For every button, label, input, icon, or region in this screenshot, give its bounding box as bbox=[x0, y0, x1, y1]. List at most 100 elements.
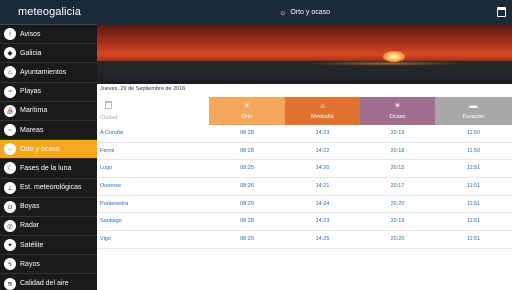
sun-icon: ☼ bbox=[318, 101, 327, 110]
duracion-cell: 11:50 bbox=[466, 147, 481, 154]
table-row[interactable]: Pontevedra 08:29 14:24 20:20 11:51 bbox=[97, 196, 512, 214]
sunrise-icon: ☀ bbox=[243, 101, 251, 110]
sidebar-item-galicia[interactable]: ◆ Galicia bbox=[0, 44, 97, 64]
date-label: Jueves, 29 de Septiembre de 2016 bbox=[100, 86, 186, 92]
sidebar-item-label: Playas bbox=[20, 88, 42, 96]
mediodia-cell: 14:25 bbox=[315, 236, 330, 243]
mediodia-cell: 14:22 bbox=[315, 147, 330, 154]
sidebar-item-radar[interactable]: ◎ Radar bbox=[0, 217, 97, 237]
ocaso-cell: 20:15 bbox=[390, 165, 405, 172]
orto-cell: 08:29 bbox=[240, 200, 254, 207]
sidebar-item-fases-de-la-luna[interactable]: ☾ Fases de la luna bbox=[0, 159, 97, 179]
sidebar-item-rayos[interactable]: ϟ Rayos bbox=[0, 255, 97, 275]
orto-cell: 08:28 bbox=[240, 147, 254, 154]
sidebar-item-label: Calidad del aire bbox=[20, 280, 69, 288]
city-header-label: Ciudad bbox=[100, 115, 118, 121]
duracion-cell: 11:50 bbox=[466, 130, 481, 136]
ocaso-cell: 20:20 bbox=[390, 200, 405, 207]
sidebar-nav: ! Avisos ◆ Galicia ⌂ Ayuntamientos ≈ Playas ⛵ Mar… bbox=[0, 25, 97, 290]
orto-cell: 08:28 bbox=[240, 130, 254, 136]
sun bbox=[383, 51, 405, 62]
table-row[interactable]: Santiago 08:28 14:23 20:19 11:51 bbox=[97, 213, 512, 232]
mediodia-cell: 14:23 bbox=[315, 130, 330, 136]
city-cell: Lugo bbox=[100, 165, 113, 172]
city-cell: Santiago bbox=[100, 218, 122, 225]
buoy-icon: ⊙ bbox=[4, 200, 16, 213]
ocaso-cell: 20:19 bbox=[390, 218, 405, 225]
sidebar-item-orto-y-ocaso[interactable]: ☼ Orto y ocaso bbox=[0, 140, 97, 160]
ocaso-cell: 20:20 bbox=[390, 236, 405, 243]
sidebar-item-label: Rayos bbox=[20, 260, 40, 268]
city-cell: Ourense bbox=[100, 183, 122, 190]
sidebar-item-ayuntamientos[interactable]: ⌂ Ayuntamientos bbox=[0, 63, 97, 83]
sidebar-item-playas[interactable]: ≈ Playas bbox=[0, 83, 97, 102]
sunset-icon: ☼ bbox=[278, 8, 287, 17]
orto-cell: 08:28 bbox=[240, 218, 254, 225]
calendar-icon[interactable] bbox=[497, 7, 506, 17]
sidebar-item-label: Est. meteorológicas bbox=[20, 184, 82, 192]
map-icon: ◆ bbox=[4, 47, 16, 60]
sidebar-item-avisos[interactable]: ! Avisos bbox=[0, 25, 97, 45]
ocaso-cell: 20:17 bbox=[390, 183, 405, 190]
sidebar-item-label: Ayuntamientos bbox=[20, 68, 67, 76]
sun-times-table: A Coruña 08:28 14:23 20:19 11:50 Ferrol 08:28 1… bbox=[97, 125, 512, 249]
page-title: Orto y ocaso bbox=[290, 9, 331, 16]
orto-cell: 08:25 bbox=[240, 165, 254, 172]
column-header-ocaso: ☀ Ocaso bbox=[360, 97, 435, 125]
warning-icon: ! bbox=[4, 28, 16, 41]
sidebar-item-marítima[interactable]: ⛵ Marítima bbox=[0, 102, 97, 121]
sidebar-item-label: Orto y ocaso bbox=[20, 145, 60, 153]
city-cell: A Coruña bbox=[100, 130, 123, 136]
station-icon: ⊥ bbox=[4, 181, 16, 194]
beach-icon: ≈ bbox=[4, 85, 16, 98]
sidebar-item-satélite[interactable]: ✦ Satélite bbox=[0, 236, 97, 256]
sidebar-item-label: Marítima bbox=[20, 107, 48, 115]
tide-icon: ~ bbox=[4, 124, 16, 137]
mediodia-cell: 14:20 bbox=[315, 165, 330, 172]
city-cell: Vigo bbox=[100, 236, 111, 243]
table-row[interactable]: A Coruña 08:28 14:23 20:19 11:50 bbox=[97, 125, 512, 143]
sidebar-item-label: Mareas bbox=[20, 126, 44, 134]
horizon-icon: ▬ bbox=[469, 101, 478, 110]
column-header-duracion: ▬ Duración bbox=[435, 97, 512, 125]
sidebar-item-label: Galicia bbox=[20, 49, 42, 57]
radar-icon: ◎ bbox=[4, 219, 16, 232]
sunset-icon: ☼ bbox=[4, 143, 16, 156]
sidebar-item-label: Boyas bbox=[20, 203, 40, 211]
orto-cell: 08:29 bbox=[240, 236, 254, 243]
city-column-header: Ciudad bbox=[97, 97, 209, 125]
sidebar-item-label: Radar bbox=[20, 222, 40, 230]
duracion-cell: 11:51 bbox=[466, 183, 481, 190]
table-row[interactable]: Ferrol 08:28 14:22 20:18 11:50 bbox=[97, 143, 512, 161]
sidebar-item-boyas[interactable]: ⊙ Boyas bbox=[0, 198, 97, 217]
column-header-orto: ☀ Orto bbox=[209, 97, 285, 125]
mediodia-cell: 14:24 bbox=[315, 200, 330, 207]
brand-logo: meteogalicia bbox=[0, 0, 97, 25]
table-row[interactable]: Ourense 08:26 14:21 20:17 11:51 bbox=[97, 178, 512, 196]
sidebar-item-mareas[interactable]: ~ Mareas bbox=[0, 121, 97, 141]
sidebar-item-est-meteorológicas[interactable]: ⊥ Est. meteorológicas bbox=[0, 179, 97, 198]
ocaso-cell: 20:18 bbox=[390, 147, 405, 154]
top-bar: ☼ Orto y ocaso bbox=[97, 0, 512, 25]
duracion-cell: 11:51 bbox=[466, 165, 481, 172]
table-row[interactable]: Lugo 08:25 14:20 20:15 11:51 bbox=[97, 160, 512, 179]
city-cell: Pontevedra bbox=[100, 200, 129, 207]
mediodia-cell: 14:21 bbox=[315, 183, 330, 190]
building-icon bbox=[105, 101, 112, 109]
sidebar-item-label: Satélite bbox=[20, 241, 44, 249]
orto-cell: 08:26 bbox=[240, 183, 254, 190]
sidebar: meteogalicia ! Avisos ◆ Galicia ⌂ Ayuntamient… bbox=[0, 0, 97, 290]
lightning-icon: ϟ bbox=[4, 258, 16, 271]
duracion-cell: 11:51 bbox=[466, 236, 481, 243]
satellite-icon: ✦ bbox=[4, 239, 16, 252]
duracion-cell: 11:51 bbox=[466, 218, 481, 225]
table-row[interactable]: Vigo 08:29 14:25 20:20 11:51 bbox=[97, 231, 512, 249]
air-icon: ≋ bbox=[4, 277, 16, 290]
sidebar-item-calidad-del-aire[interactable]: ≋ Calidad del aire bbox=[0, 274, 97, 290]
town-icon: ⌂ bbox=[4, 66, 16, 79]
moon-icon: ☾ bbox=[4, 162, 16, 175]
sun-reflection bbox=[307, 61, 467, 66]
sidebar-item-label: Avisos bbox=[20, 30, 41, 38]
sunset-banner-image bbox=[97, 25, 512, 84]
duracion-cell: 11:51 bbox=[466, 200, 481, 207]
